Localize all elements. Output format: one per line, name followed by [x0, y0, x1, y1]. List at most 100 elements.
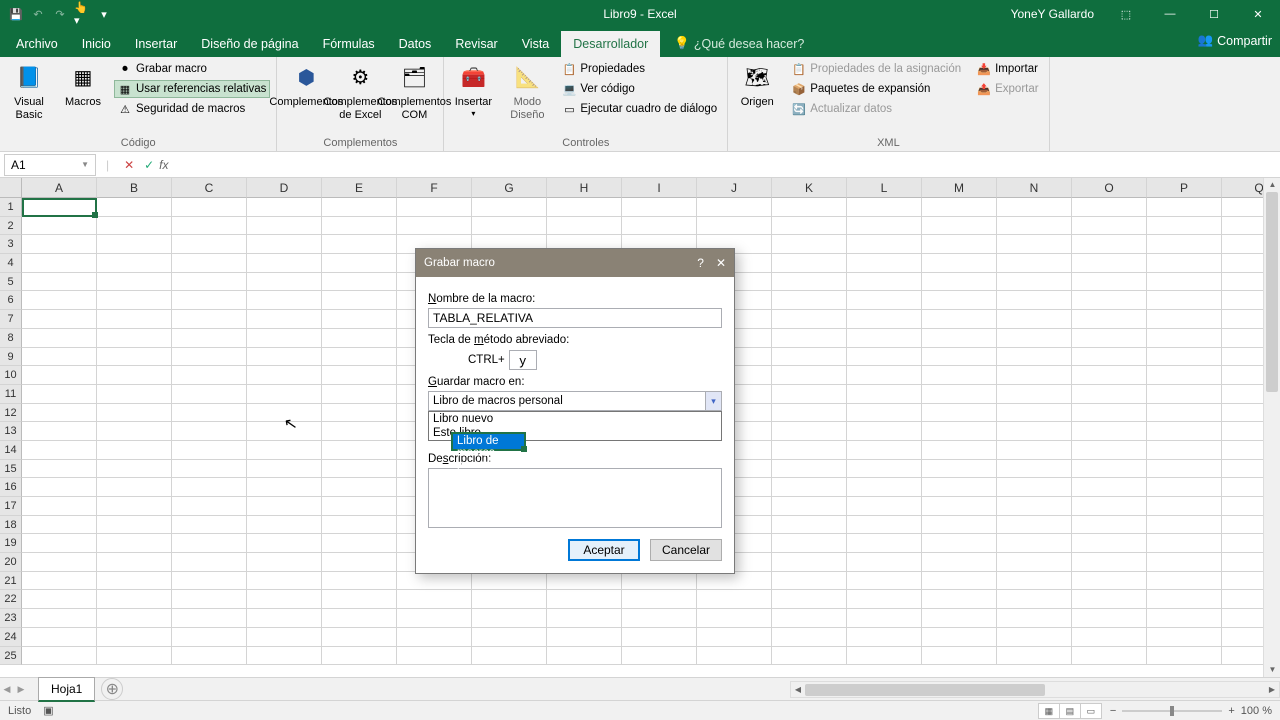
redo-icon[interactable]: ↷	[52, 6, 68, 22]
store-in-combo[interactable]: Libro de macros personal ▾	[428, 391, 722, 411]
view-code-button[interactable]: 💻Ver código	[558, 80, 721, 98]
cell[interactable]	[1072, 572, 1147, 591]
cell[interactable]	[322, 329, 397, 348]
cell[interactable]	[922, 628, 997, 647]
cell[interactable]	[172, 235, 247, 254]
cell[interactable]	[97, 572, 172, 591]
cell[interactable]	[997, 254, 1072, 273]
cell[interactable]	[922, 366, 997, 385]
cell[interactable]	[247, 404, 322, 423]
cell[interactable]	[847, 516, 922, 535]
cell[interactable]	[472, 590, 547, 609]
cell[interactable]	[322, 404, 397, 423]
tab-insertar[interactable]: Insertar	[123, 31, 189, 57]
cell[interactable]	[1072, 553, 1147, 572]
cell[interactable]	[97, 628, 172, 647]
cell[interactable]	[772, 329, 847, 348]
add-sheet-button[interactable]: ⊕	[101, 678, 123, 700]
cell[interactable]	[1147, 628, 1222, 647]
insert-control-button[interactable]: 🧰Insertar▾	[450, 60, 496, 121]
cell[interactable]	[322, 422, 397, 441]
cell[interactable]	[772, 572, 847, 591]
cell[interactable]	[922, 478, 997, 497]
row-header-20[interactable]: 20	[0, 553, 22, 572]
cell[interactable]	[847, 441, 922, 460]
cell[interactable]	[547, 217, 622, 236]
tab-desarrollador[interactable]: Desarrollador	[561, 31, 660, 57]
cell[interactable]	[97, 310, 172, 329]
cell[interactable]	[697, 198, 772, 217]
cell[interactable]	[322, 628, 397, 647]
cell[interactable]	[172, 460, 247, 479]
row-header-24[interactable]: 24	[0, 628, 22, 647]
cell[interactable]	[1072, 441, 1147, 460]
cell[interactable]	[772, 647, 847, 666]
cell[interactable]	[997, 273, 1072, 292]
cell[interactable]	[622, 609, 697, 628]
cell[interactable]	[1147, 310, 1222, 329]
cell[interactable]	[172, 404, 247, 423]
sheet-nav-next[interactable]: ▶	[14, 684, 28, 695]
cell[interactable]	[997, 404, 1072, 423]
cell[interactable]	[322, 198, 397, 217]
cell[interactable]	[172, 516, 247, 535]
cell[interactable]	[772, 478, 847, 497]
cell[interactable]	[1072, 422, 1147, 441]
cell[interactable]	[847, 460, 922, 479]
cell[interactable]	[1072, 273, 1147, 292]
cell[interactable]	[1147, 516, 1222, 535]
cell[interactable]	[322, 647, 397, 666]
col-header-C[interactable]: C	[172, 178, 247, 198]
cell[interactable]	[1147, 404, 1222, 423]
cell[interactable]	[97, 404, 172, 423]
cell[interactable]	[772, 441, 847, 460]
cell[interactable]	[847, 385, 922, 404]
cell[interactable]	[97, 235, 172, 254]
com-addins-button[interactable]: 🗂Complementos COM	[391, 60, 437, 124]
cell[interactable]	[172, 329, 247, 348]
name-box[interactable]: A1▼	[4, 154, 96, 176]
properties-button[interactable]: 📋Propiedades	[558, 60, 721, 78]
macro-name-input[interactable]	[428, 308, 722, 328]
cell[interactable]	[922, 441, 997, 460]
cell[interactable]	[322, 310, 397, 329]
cell[interactable]	[397, 572, 472, 591]
cell[interactable]	[997, 478, 1072, 497]
cell[interactable]	[922, 460, 997, 479]
cell[interactable]	[922, 516, 997, 535]
cell[interactable]	[922, 348, 997, 367]
cell[interactable]	[772, 422, 847, 441]
row-header-8[interactable]: 8	[0, 329, 22, 348]
cell[interactable]	[997, 553, 1072, 572]
cell[interactable]	[1147, 273, 1222, 292]
cell[interactable]	[22, 217, 97, 236]
cell[interactable]	[997, 647, 1072, 666]
cell[interactable]	[247, 647, 322, 666]
cell[interactable]	[22, 404, 97, 423]
cell[interactable]	[22, 534, 97, 553]
cell[interactable]	[847, 329, 922, 348]
cell[interactable]	[697, 572, 772, 591]
scroll-up-icon[interactable]: ▲	[1264, 178, 1280, 192]
cell[interactable]	[172, 422, 247, 441]
cell[interactable]	[772, 310, 847, 329]
col-header-L[interactable]: L	[847, 178, 922, 198]
cell[interactable]	[247, 534, 322, 553]
cell[interactable]	[772, 273, 847, 292]
cell[interactable]	[922, 254, 997, 273]
cell[interactable]	[247, 348, 322, 367]
cell[interactable]	[772, 385, 847, 404]
cell[interactable]	[22, 348, 97, 367]
cell[interactable]	[847, 291, 922, 310]
cell[interactable]	[1072, 291, 1147, 310]
cell[interactable]	[1147, 291, 1222, 310]
import-button[interactable]: 📥Importar	[973, 60, 1042, 78]
cell[interactable]	[997, 572, 1072, 591]
cell[interactable]	[1147, 534, 1222, 553]
cell[interactable]	[322, 254, 397, 273]
cell[interactable]	[847, 628, 922, 647]
tab-inicio[interactable]: Inicio	[70, 31, 123, 57]
undo-icon[interactable]: ↶	[30, 6, 46, 22]
cell[interactable]	[922, 385, 997, 404]
cell[interactable]	[172, 609, 247, 628]
